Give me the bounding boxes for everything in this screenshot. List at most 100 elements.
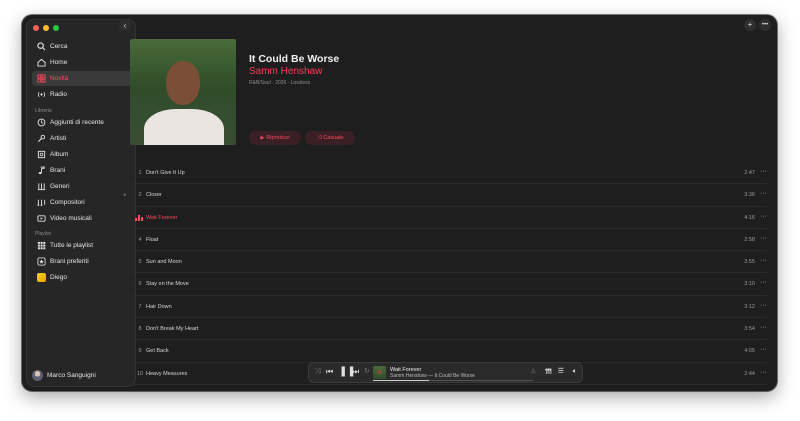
track-title: Don't Break My Heart: [146, 326, 199, 333]
track-more-options-button[interactable]: ···: [760, 257, 767, 264]
track-duration: 3:54: [744, 326, 755, 333]
sidebar-item-label: Generi: [50, 183, 70, 190]
shuffle-button-label: Casuale: [323, 135, 344, 141]
track-title: Closer: [146, 192, 162, 199]
track-more-options-button[interactable]: ···: [760, 369, 767, 376]
track-more-options-button[interactable]: ···: [760, 190, 767, 197]
sidebar-item-radio[interactable]: Radio: [32, 87, 132, 102]
sidebar-item-label: Cerca: [50, 43, 68, 50]
sidebar-item-search[interactable]: Cerca: [32, 39, 132, 54]
sidebar: Cerca Home Novità Radio Libreria Aggiunt…: [26, 19, 136, 387]
sidebar-item-label: Aggiunti di recente: [50, 119, 104, 126]
shuffle-button[interactable]: ⤨ Casuale: [305, 131, 355, 145]
genres-icon: [36, 182, 46, 192]
music-app-window: Cerca Home Novità Radio Libreria Aggiunt…: [22, 15, 777, 391]
track-title: Heavy Measures: [146, 370, 188, 377]
album-artist[interactable]: Samm Henshaw: [249, 66, 322, 77]
repeat-icon[interactable]: ↻: [364, 368, 370, 375]
sidebar-item-label: Brani: [50, 167, 66, 174]
previous-track-button[interactable]: ⏮: [326, 368, 333, 376]
add-button[interactable]: +: [744, 19, 756, 31]
track-more-options-button[interactable]: ···: [760, 235, 767, 242]
microphone-icon: [36, 134, 46, 144]
sidebar-item-songs[interactable]: Brani: [32, 163, 132, 178]
sidebar-item-label: Home: [50, 59, 68, 66]
minimize-window-button[interactable]: [43, 25, 49, 31]
track-row[interactable]: 1 Don't Give It Up 2:47 ···: [127, 162, 767, 185]
sidebar-item-all-playlists[interactable]: Tutte le playlist: [32, 238, 132, 253]
track-number: 9: [138, 348, 142, 355]
sidebar-item-label: Album: [50, 151, 69, 158]
airplay-icon[interactable]: ◬: [531, 368, 536, 374]
sidebar-item-favorite-songs[interactable]: Brani preferiti: [32, 254, 132, 269]
track-more-options-button[interactable]: ···: [760, 279, 767, 286]
plus-icon: +: [747, 20, 753, 29]
favorite-star-icon: ★: [123, 192, 127, 198]
library-section-label: Libreria: [35, 108, 52, 114]
playlist-section-label: Playlist: [35, 231, 51, 237]
sidebar-item-playlist-diego[interactable]: Diego: [32, 270, 132, 285]
sidebar-item-label: Radio: [50, 91, 67, 98]
home-icon: [36, 58, 46, 68]
lyrics-icon[interactable]: ▤: [545, 368, 552, 375]
search-icon: [36, 42, 46, 52]
track-more-options-button[interactable]: ···: [760, 346, 767, 353]
track-more-options-button[interactable]: ···: [760, 213, 767, 220]
track-more-options-button[interactable]: ···: [760, 168, 767, 175]
track-duration: 4:16: [744, 214, 755, 221]
sidebar-item-home[interactable]: Home: [32, 55, 132, 70]
shuffle-icon[interactable]: ⤨: [315, 368, 321, 375]
track-duration: 2:47: [744, 170, 755, 176]
track-duration: 4:05: [744, 348, 755, 355]
sidebar-item-label: Compositori: [50, 199, 85, 206]
now-playing-bars-icon: [135, 214, 144, 221]
track-number: 8: [138, 326, 142, 333]
play-button[interactable]: ▶ Riproduci: [249, 131, 301, 145]
sidebar-item-recently-added[interactable]: Aggiunti di recente: [32, 115, 132, 130]
track-row[interactable]: 5 Sun and Moon 3:55 ···: [127, 251, 767, 274]
track-row[interactable]: 7 Hair Down 3:12 ···: [127, 296, 767, 319]
grid-icon: [36, 74, 46, 84]
track-row[interactable]: 4 Float 2:58 ···: [127, 229, 767, 252]
radio-icon: [36, 90, 46, 100]
user-name: Marco Sanguigni: [47, 372, 96, 379]
mini-player: ⤨ ⏮ ❚❚ ⏭ ↻ Wait Forever Samm Henshaw — I…: [308, 362, 583, 383]
grid-icon: [36, 241, 46, 251]
sidebar-item-new[interactable]: Novità: [32, 71, 132, 86]
track-number: 6: [138, 281, 142, 288]
window-controls: [33, 25, 59, 31]
sidebar-item-genres[interactable]: Generi: [32, 179, 132, 194]
more-options-button[interactable]: •••: [759, 19, 771, 31]
sidebar-item-composers[interactable]: Compositori: [32, 195, 132, 210]
back-button[interactable]: ‹: [119, 19, 131, 31]
star-icon: [36, 257, 46, 267]
now-playing-artwork: [373, 366, 386, 379]
close-window-button[interactable]: [33, 25, 39, 31]
track-title: Wait Forever: [146, 214, 178, 221]
queue-icon[interactable]: ☰: [558, 368, 564, 375]
track-more-options-button[interactable]: ···: [760, 302, 767, 309]
sidebar-item-artists[interactable]: Artisti: [32, 131, 132, 146]
playback-progress-bar[interactable]: [373, 380, 533, 381]
track-list: 1 Don't Give It Up 2:47 ··· ★ 2 Closer 3:36 ··· W…: [123, 162, 767, 392]
now-playing-subtitle: Samm Henshaw — It Could Be Worse: [390, 373, 475, 379]
shuffle-icon: ⤨: [316, 134, 322, 141]
zoom-window-button[interactable]: [53, 25, 59, 31]
sidebar-item-music-videos[interactable]: Video musicali: [32, 211, 132, 226]
track-row[interactable]: 9 Get Back 4:05 ···: [127, 340, 767, 363]
track-duration: 3:12: [744, 303, 755, 310]
album-meta: R&B/Soul · 2026 · ⁠Lossless: [249, 80, 311, 86]
track-row[interactable]: ★ 2 Closer 3:36 ···: [123, 184, 767, 207]
track-more-options-button[interactable]: ···: [760, 324, 767, 331]
track-row[interactable]: 8 Don't Break My Heart 3:54 ···: [127, 318, 767, 341]
volume-icon[interactable]: 🔈︎: [573, 368, 577, 375]
next-track-button[interactable]: ⏭: [352, 368, 359, 376]
sidebar-item-albums[interactable]: Album: [32, 147, 132, 162]
track-row[interactable]: Wait Forever 4:16 ···: [127, 207, 767, 229]
chevron-left-icon: ‹: [123, 20, 127, 30]
track-row[interactable]: 11Tangerine3:17···: [127, 385, 767, 392]
track-row[interactable]: 6 Stay on the Move 3:10 ···: [127, 273, 767, 296]
user-profile[interactable]: Marco Sanguigni: [32, 370, 96, 381]
track-duration: 2:58: [744, 236, 755, 243]
play-button-label: Riproduci: [266, 135, 290, 141]
